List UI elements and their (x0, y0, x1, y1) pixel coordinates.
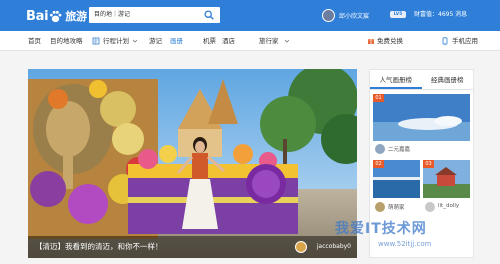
avatar[interactable] (375, 202, 385, 212)
nav-item-home[interactable]: 首页 (28, 31, 41, 51)
nav-item-destination-guide[interactable]: 目的地攻略 (50, 31, 83, 51)
avatar[interactable] (322, 8, 335, 22)
vip-badge: LV5 (390, 11, 406, 18)
top-bar: Bai 旅游 目的地｜游记 邱小欣文宸 LV5 财富值：4695 消息 (0, 0, 500, 31)
phone-icon (442, 37, 448, 45)
paw-icon (50, 10, 62, 22)
logo-suffix: 旅游 (65, 10, 87, 23)
avatar[interactable] (375, 144, 385, 154)
search-icon[interactable] (204, 10, 214, 20)
gift-icon (368, 39, 374, 44)
ranking-card[interactable]: 02 萌萌家 (373, 160, 420, 215)
album-author[interactable]: 二元嘉嘉 (388, 145, 410, 153)
baidu-travel-logo[interactable]: Bai 旅游 (26, 6, 87, 26)
main-nav: 首页 目的地攻略 行程计划 游记 画册 机票 酒店 旅行家 免费兑换 手机应用 (0, 31, 500, 51)
nav-item-free-exchange[interactable]: 免费兑换 (377, 31, 403, 51)
rank-badge: 02 (373, 160, 384, 168)
rank-badge: 03 (423, 160, 434, 168)
nav-item-flights[interactable]: 机票 (203, 31, 216, 51)
album-thumbnail[interactable]: 01 (373, 94, 470, 141)
avatar[interactable] (425, 202, 435, 212)
wealth-and-messages[interactable]: 财富值：4695 消息 (414, 9, 467, 21)
author-name[interactable]: jaccobaby0 (317, 236, 351, 258)
album-thumbnail[interactable]: 02 (373, 160, 420, 198)
album-thumbnail[interactable]: 03 (423, 160, 470, 198)
featured-album-photo[interactable]: 【清迈】我看到的清迈，和你不一样！ jaccobaby0 (28, 69, 357, 258)
username[interactable]: 邱小欣文宸 (339, 11, 369, 20)
nav-item-trip-plan[interactable]: 行程计划 (103, 31, 129, 51)
author-avatar[interactable] (295, 241, 307, 253)
chevron-down-icon[interactable] (131, 37, 139, 45)
logo-text: Bai (26, 8, 49, 24)
nav-item-hotels[interactable]: 酒店 (222, 31, 235, 51)
ranking-card[interactable]: 03 lit_dolly (423, 160, 470, 215)
nav-item-album[interactable]: 画册 (170, 31, 183, 51)
sky-photo (373, 94, 470, 141)
search-filter-select[interactable]: 目的地｜游记 (94, 7, 130, 23)
album-author[interactable]: 萌萌家 (388, 203, 405, 211)
ranking-card[interactable]: 01 二元嘉嘉 (373, 94, 470, 156)
album-caption[interactable]: 【清迈】我看到的清迈，和你不一样！ (35, 236, 163, 258)
album-author[interactable]: lit_dolly (438, 203, 459, 209)
rank-badge: 01 (373, 94, 384, 102)
caption-bar: 【清迈】我看到的清迈，和你不一样！ jaccobaby0 (28, 236, 357, 258)
search-input[interactable]: 目的地｜游记 (89, 7, 220, 23)
tab-classic-albums[interactable]: 经典画册榜 (422, 70, 474, 89)
chevron-down-icon[interactable] (283, 37, 291, 45)
ranking-tabs: 人气画册榜 经典画册榜 (370, 70, 473, 90)
nav-item-travelers[interactable]: 旅行家 (259, 31, 279, 51)
site-watermark: 我爱IT技术网 (335, 221, 427, 237)
nav-item-travelogue[interactable]: 游记 (149, 31, 162, 51)
plan-icon (92, 37, 100, 45)
site-watermark-url: www.52itjj.com (378, 240, 432, 248)
festival-photo (28, 69, 357, 258)
tab-popular-albums[interactable]: 人气画册榜 (370, 70, 422, 89)
user-menu[interactable]: 邱小欣文宸 (322, 7, 369, 23)
nav-item-mobile-app[interactable]: 手机应用 (452, 31, 478, 51)
